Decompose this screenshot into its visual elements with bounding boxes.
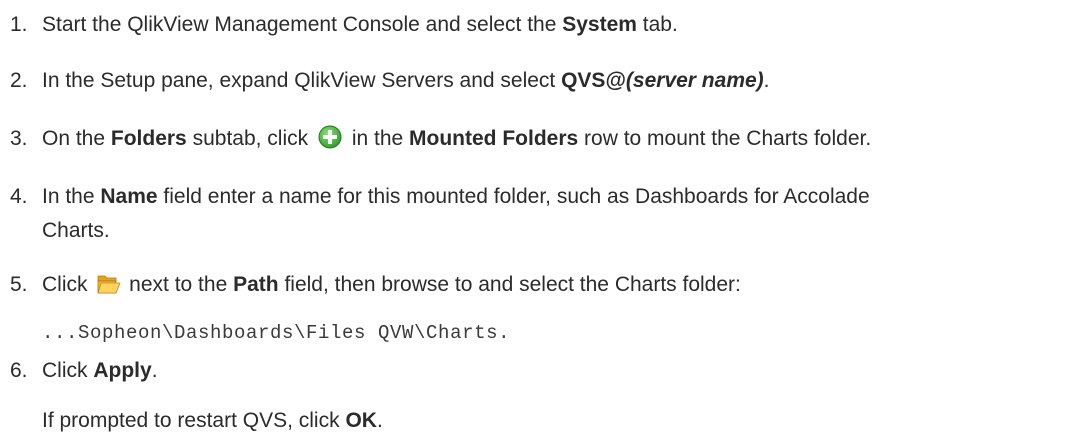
step-text-continued: Charts.	[42, 219, 110, 242]
mounted-folders-label: Mounted Folders	[409, 127, 579, 150]
step-text: Click Apply.	[42, 359, 158, 382]
restart-note: If prompted to restart QVS, click OK.	[42, 409, 383, 432]
system-tab-label: System	[562, 13, 637, 36]
open-folder-icon	[97, 273, 121, 295]
qvs-label: QVS@	[561, 69, 626, 92]
step-text: Click next to the Path field, then brows…	[42, 273, 741, 296]
server-name-label: (server name)	[625, 69, 764, 92]
step-number: 1.	[10, 13, 28, 36]
apply-label: Apply	[93, 359, 152, 382]
charts-folder-path: ...Sopheon\Dashboards\Files QVW\Charts.	[42, 322, 511, 344]
step-text: Start the QlikView Management Console an…	[42, 13, 678, 36]
step-text: In the Setup pane, expand QlikView Serve…	[42, 69, 770, 92]
step-text: On the Folders subtab, click in the Moun…	[42, 125, 872, 150]
step-number: 4.	[10, 185, 28, 208]
plus-circle-icon	[318, 125, 342, 149]
ok-label: OK	[345, 409, 377, 432]
path-field-label: Path	[233, 273, 279, 296]
step-number: 6.	[10, 359, 28, 382]
step-text: In the Name field enter a name for this …	[42, 185, 870, 208]
folders-subtab-label: Folders	[110, 127, 187, 150]
name-field-label: Name	[100, 185, 158, 208]
step-number: 3.	[10, 127, 28, 150]
step-number: 2.	[10, 69, 28, 92]
step-number: 5.	[10, 273, 28, 296]
